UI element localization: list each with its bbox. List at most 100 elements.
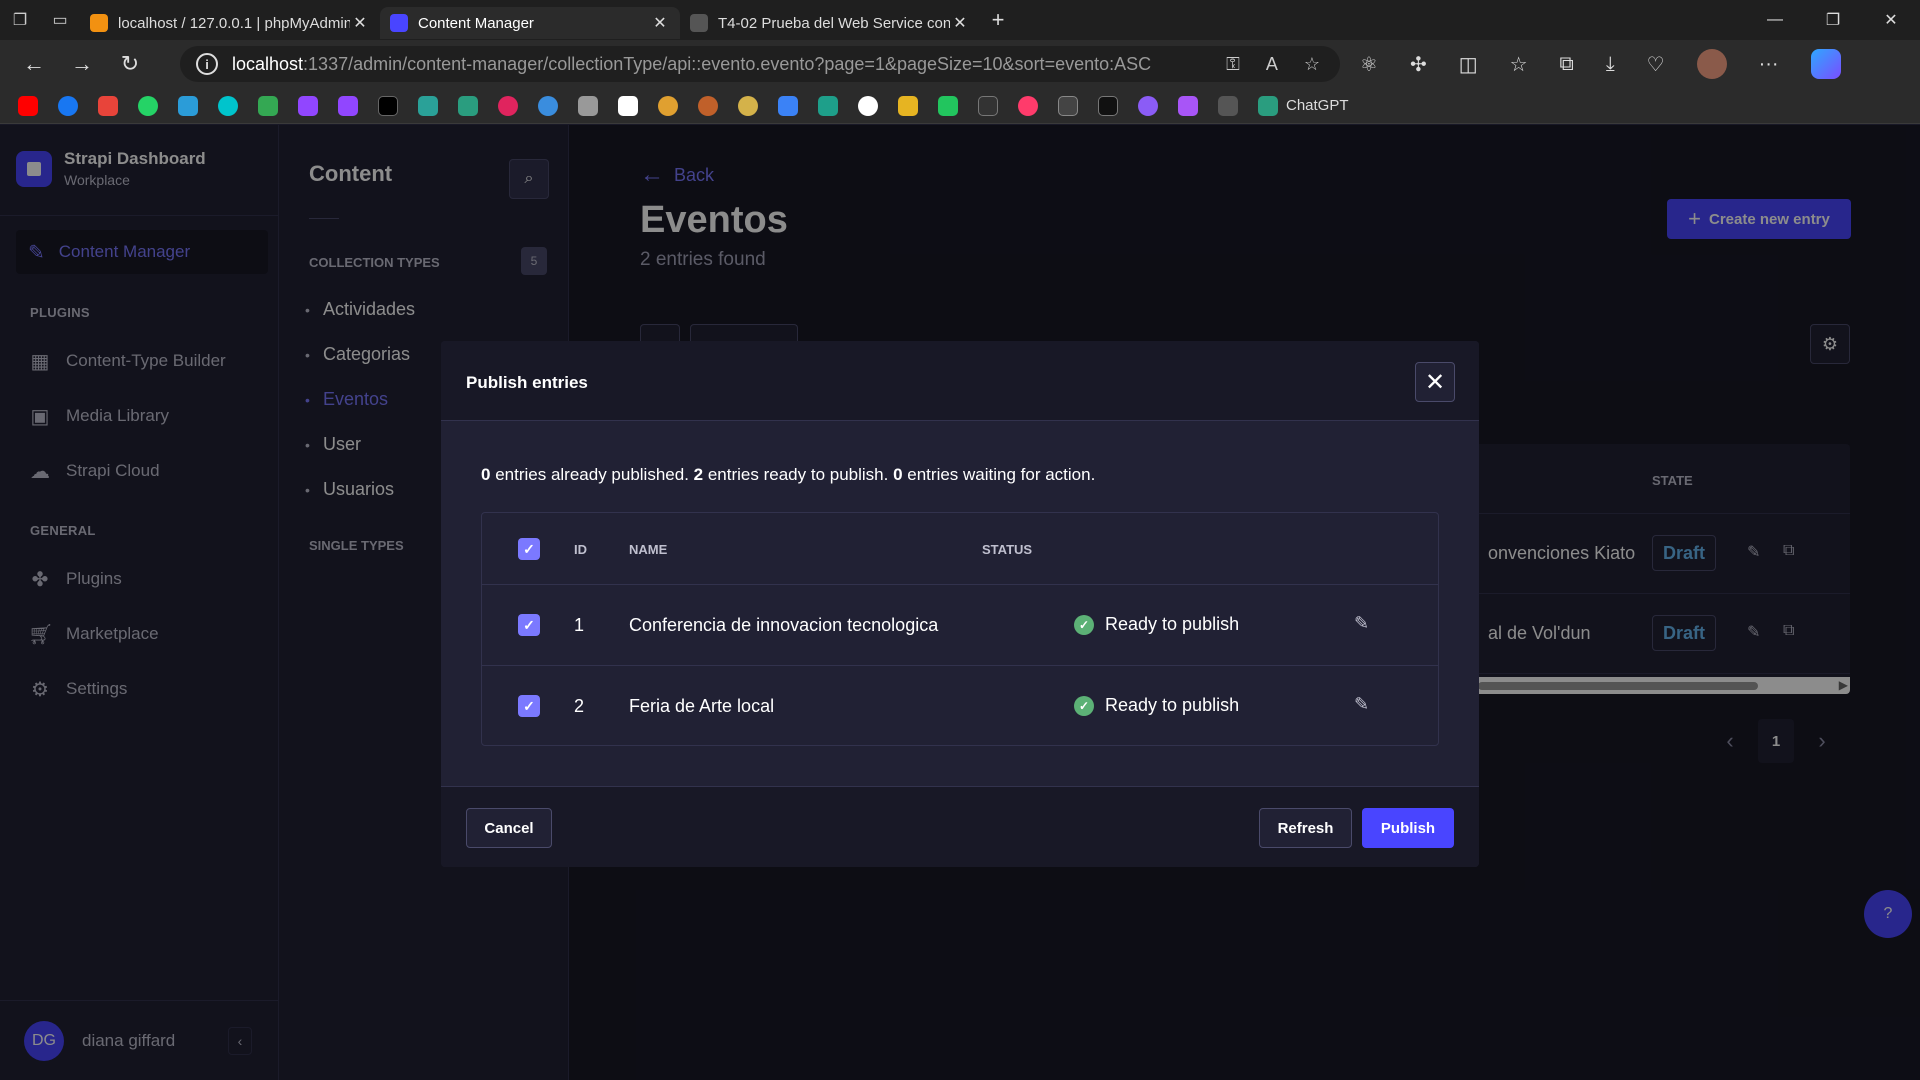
close-icon: ✕ <box>1424 368 1446 396</box>
px-bookmark-icon[interactable] <box>938 95 958 116</box>
chatgpt-bookmark-icon[interactable] <box>458 95 478 116</box>
collections-icon[interactable]: ⧉ <box>1560 53 1574 76</box>
tab-phpmyadmin[interactable]: localhost / 127.0.0.1 | phpMyAdmin ✕ <box>80 7 380 39</box>
status-column-header: STATUS <box>982 542 1033 557</box>
new-tab-button[interactable]: + <box>980 4 1016 36</box>
rp-bookmark-icon[interactable] <box>818 95 838 116</box>
bookmark-icon[interactable] <box>858 95 878 116</box>
address-bar-row: ← → ↻ i localhost :1337/admin/content-ma… <box>0 40 1920 88</box>
twitch-bookmark-icon[interactable] <box>298 95 318 116</box>
dialog-header: Publish entries ✕ <box>441 341 1479 421</box>
table-header: ✓ ID NAME STATUS <box>482 513 1438 585</box>
react-devtools-icon[interactable]: ⚛ <box>1360 52 1378 77</box>
close-tab-icon[interactable]: ✕ <box>350 13 370 33</box>
publish-entries-dialog: Publish entries ✕ 0 entries already publ… <box>441 341 1479 867</box>
downloads-icon[interactable]: ⤓ <box>1606 53 1615 76</box>
bookmark-icon[interactable] <box>658 95 678 116</box>
window-controls: — ❐ ✕ <box>1746 0 1920 40</box>
facebook-bookmark-icon[interactable] <box>58 95 78 116</box>
more-options-icon[interactable]: ··· <box>1759 53 1779 76</box>
forward-arrow-icon[interactable]: → <box>58 44 106 84</box>
bookmark-icon[interactable] <box>1218 95 1238 116</box>
entry-name: Conferencia de innovacion tecnologica <box>629 615 939 635</box>
tab-title: Content Manager <box>418 14 534 32</box>
bookmark-icon[interactable] <box>258 95 278 116</box>
twitch-bookmark-icon[interactable] <box>338 95 358 116</box>
key-icon[interactable]: ⚿ <box>1226 54 1240 75</box>
bookmark-icon[interactable] <box>1018 95 1038 116</box>
entry-status: ✓ Ready to publish <box>1074 614 1239 635</box>
dialog-title: Publish entries <box>466 373 588 392</box>
canva-bookmark-icon[interactable] <box>218 95 238 116</box>
bookmark-icon[interactable] <box>578 95 598 116</box>
cancel-button[interactable]: Cancel <box>466 808 552 848</box>
ready-count: 2 <box>693 465 704 484</box>
r-bookmark-icon[interactable] <box>618 95 638 116</box>
table-row: ✓ 1 Conferencia de innovacion tecnologic… <box>482 584 1438 664</box>
tab-title: localhost / 127.0.0.1 | phpMyAdmin <box>118 14 350 32</box>
bookmark-icon[interactable] <box>738 95 758 116</box>
bookmark-icon[interactable] <box>1138 95 1158 116</box>
status-label: Ready to publish <box>1105 614 1240 634</box>
profile-avatar-icon[interactable] <box>1696 49 1727 79</box>
tab-actions-icon[interactable]: ▭ <box>40 0 80 40</box>
workspaces-icon[interactable]: ❐ <box>0 0 40 40</box>
entry-status: ✓ Ready to publish <box>1074 695 1239 716</box>
bookmark-icon[interactable] <box>1098 95 1118 116</box>
table-row: ✓ 2 Feria de Arte local ✓ Ready to publi… <box>482 665 1438 745</box>
close-window-icon[interactable]: ✕ <box>1862 0 1920 40</box>
youtube-bookmark-icon[interactable] <box>18 95 38 116</box>
entry-id: 1 <box>574 615 585 635</box>
close-dialog-button[interactable]: ✕ <box>1415 362 1455 402</box>
minimize-icon[interactable]: — <box>1746 0 1804 40</box>
refresh-button[interactable]: Refresh <box>1259 808 1352 848</box>
chart-bookmark-icon[interactable] <box>1058 95 1078 116</box>
heart-bookmark-icon[interactable] <box>498 95 518 116</box>
select-all-checkbox[interactable]: ✓ <box>518 538 540 560</box>
chatgpt-bookmark[interactable]: ChatGPT <box>1258 95 1349 116</box>
strapi-favicon-icon <box>390 14 408 32</box>
bookmark-icon[interactable] <box>978 95 998 116</box>
favorites-icon[interactable]: ☆ <box>1510 52 1528 77</box>
ready-text: entries ready to publish. <box>703 465 894 484</box>
bookmark-icon[interactable] <box>898 95 918 116</box>
whatsapp-bookmark-icon[interactable] <box>138 95 158 116</box>
extensions-icon[interactable]: ✣ <box>1410 52 1427 77</box>
reload-icon[interactable]: ↻ <box>106 44 154 84</box>
bookmark-icon[interactable] <box>538 95 558 116</box>
favorite-star-icon[interactable]: ☆ <box>1304 54 1320 75</box>
copilot-icon[interactable] <box>1810 49 1841 79</box>
pencil-icon[interactable]: ✎ <box>1354 613 1369 634</box>
tab-content-manager[interactable]: Content Manager ✕ <box>380 7 680 39</box>
bookmark-icon[interactable] <box>178 95 198 116</box>
x-bookmark-icon[interactable] <box>378 95 398 116</box>
close-tab-icon[interactable]: ✕ <box>650 13 670 33</box>
phpmyadmin-favicon-icon <box>90 14 108 32</box>
tab-title: T4-02 Prueba del Web Service con <box>718 14 950 32</box>
waiting-text: entries waiting for action. <box>902 465 1096 484</box>
site-info-icon[interactable]: i <box>196 53 218 75</box>
name-column-header: NAME <box>629 542 668 557</box>
bookmark-label: ChatGPT <box>1286 97 1349 114</box>
maximize-icon[interactable]: ❐ <box>1804 0 1862 40</box>
back-arrow-icon[interactable]: ← <box>10 44 58 84</box>
split-screen-icon[interactable]: ◫ <box>1459 52 1478 77</box>
published-text: entries already published. <box>490 465 694 484</box>
bookmark-icon[interactable] <box>698 95 718 116</box>
bookmark-icon[interactable] <box>1178 95 1198 116</box>
bookmark-icon[interactable] <box>98 95 118 116</box>
check-circle-icon: ✓ <box>1074 695 1094 716</box>
publish-button[interactable]: Publish <box>1362 808 1454 848</box>
pencil-icon[interactable]: ✎ <box>1354 694 1369 715</box>
read-aloud-icon[interactable]: A <box>1266 54 1278 75</box>
browser-essentials-icon[interactable]: ♡ <box>1647 52 1665 77</box>
bookmark-icon[interactable] <box>418 95 438 116</box>
bookmark-icon[interactable] <box>778 95 798 116</box>
row-checkbox[interactable]: ✓ <box>518 695 540 717</box>
row-checkbox[interactable]: ✓ <box>518 614 540 636</box>
tab-prueba-web-service[interactable]: T4-02 Prueba del Web Service con ✕ <box>680 7 980 39</box>
url-field[interactable]: i localhost :1337/admin/content-manager/… <box>180 46 1340 82</box>
extension-toolbar: ⚛ ✣ ◫ ☆ ⧉ ⤓ ♡ ··· <box>1360 40 1841 88</box>
close-tab-icon[interactable]: ✕ <box>950 13 970 33</box>
dialog-footer: Cancel Refresh Publish <box>441 786 1479 867</box>
